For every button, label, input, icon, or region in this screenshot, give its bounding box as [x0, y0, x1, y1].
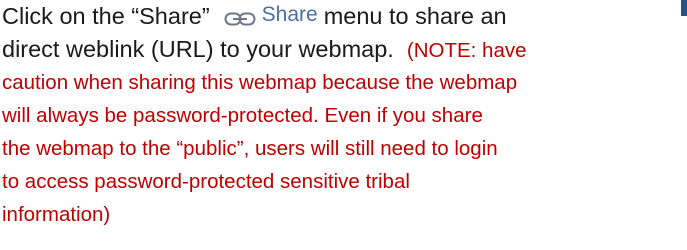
instruction-line-2: direct weblink (URL) to your webmap. (NO… [2, 33, 682, 66]
instruction-line-2-text: direct weblink (URL) to your webmap. [2, 36, 394, 62]
share-menu-button[interactable]: Share [219, 0, 324, 30]
instruction-lead-text: Click on the “Share” [2, 3, 210, 29]
note-line-4: to access password-protected sensitive t… [2, 170, 410, 193]
link-chain-icon [224, 6, 256, 26]
corner-accent-mark [681, 0, 687, 16]
note-line-1: caution when sharing this webmap because… [2, 71, 518, 94]
instruction-after-chip-text: menu to share an [323, 3, 507, 29]
instruction-line-1: Click on the “Share” Share menu to share … [2, 0, 682, 33]
note-start-text: (NOTE: have [406, 39, 527, 62]
note-line-3: the webmap to the “public”, users will s… [2, 137, 498, 160]
instruction-text-block: Click on the “Share” Share menu to share … [2, 0, 682, 231]
note-line-2: will always be password-protected. Even … [2, 104, 483, 127]
share-menu-label: Share [261, 3, 318, 26]
note-line-5: information) [2, 203, 111, 226]
